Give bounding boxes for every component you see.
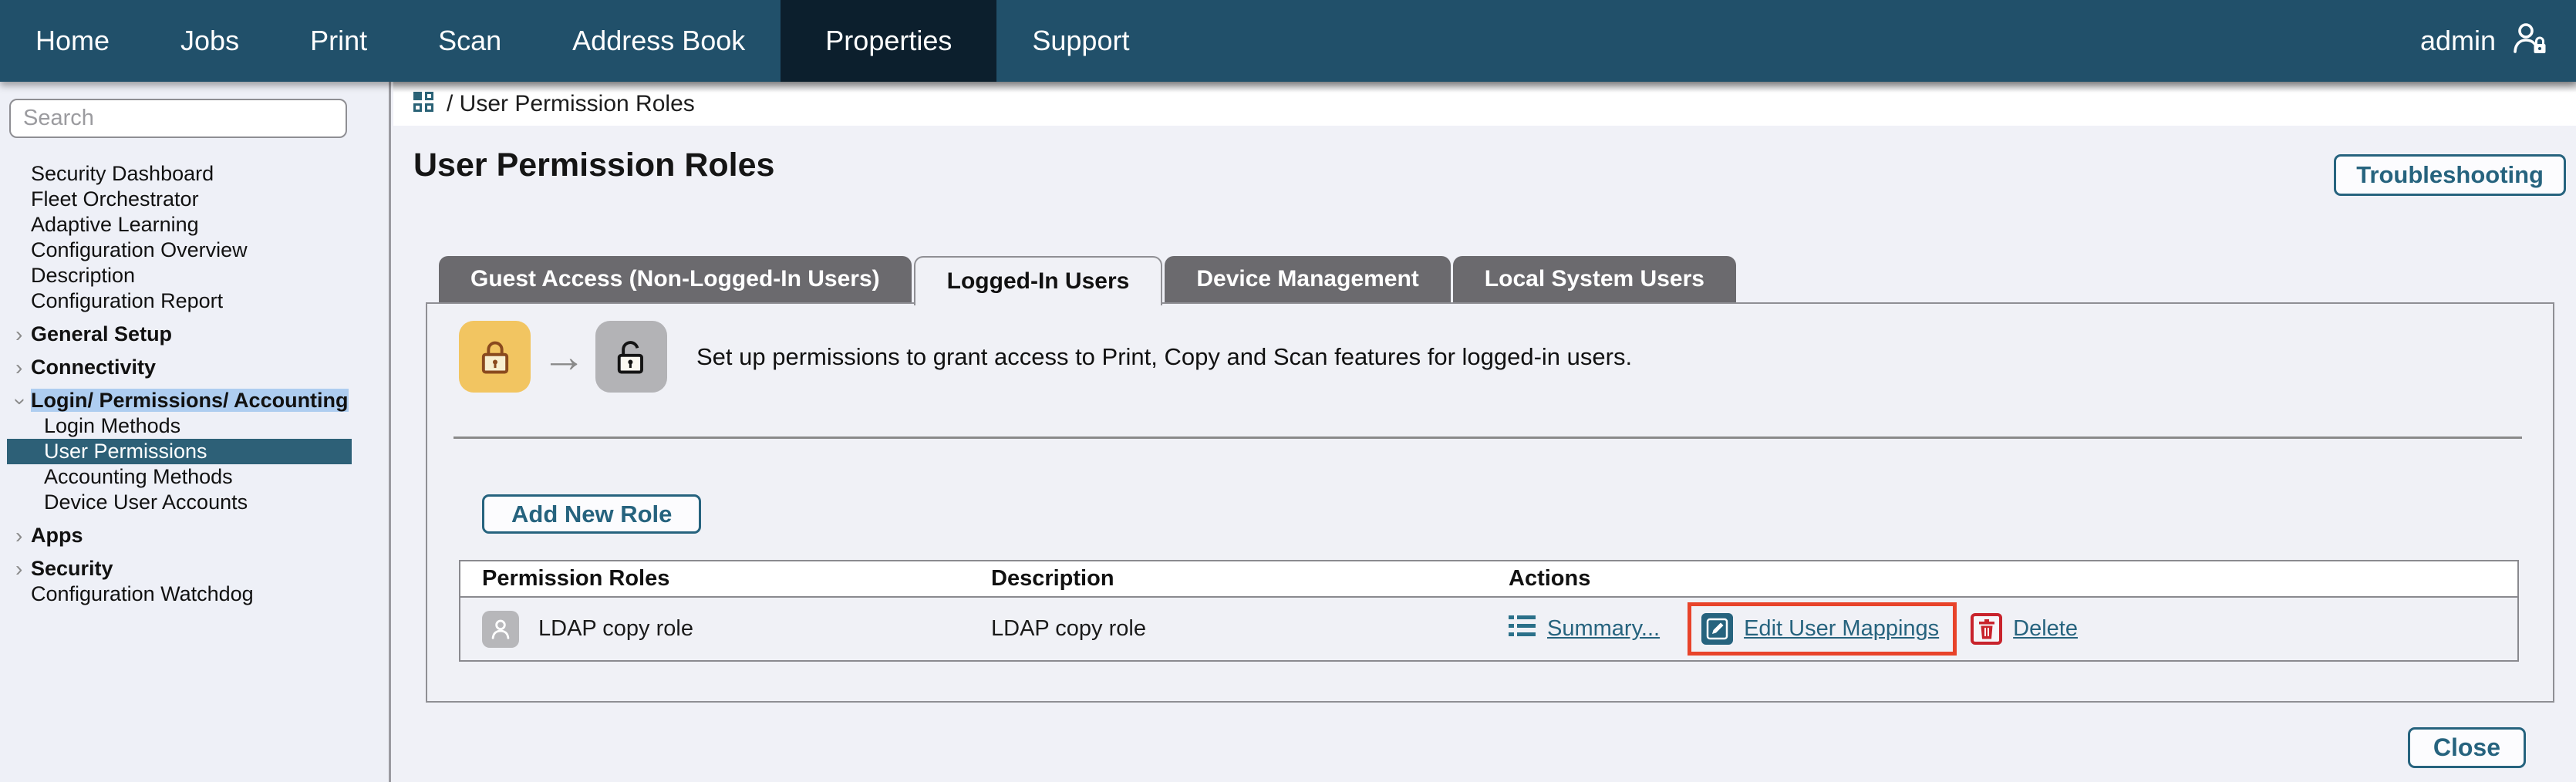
- sidebar-item-configuration-overview[interactable]: Configuration Overview: [0, 238, 389, 263]
- sidebar-item-apps[interactable]: › Apps: [0, 523, 389, 548]
- sidebar-item-label: Connectivity: [31, 356, 156, 379]
- sidebar-item-fleet-orchestrator[interactable]: Fleet Orchestrator: [0, 187, 389, 212]
- sidebar-item-accounting-methods[interactable]: Accounting Methods: [0, 464, 389, 490]
- sidebar-item-description[interactable]: Description: [0, 263, 389, 288]
- top-navigation-bar: Home Jobs Print Scan Address Book Proper…: [0, 0, 2576, 82]
- sidebar-item-login-permissions-accounting[interactable]: › Login/ Permissions/ Accounting: [0, 388, 389, 413]
- role-name: LDAP copy role: [538, 616, 693, 642]
- divider: [453, 437, 2522, 439]
- logged-in-users-panel: → Set up permissions to grant access to …: [426, 302, 2554, 703]
- chevron-right-icon: ›: [15, 355, 22, 380]
- annotation-highlight-box: Edit User Mappings: [1688, 602, 1957, 656]
- sidebar-item-configuration-watchdog[interactable]: Configuration Watchdog: [0, 581, 389, 607]
- locked-padlock-icon: [459, 321, 531, 393]
- sidebar-item-security[interactable]: › Security: [0, 556, 389, 581]
- nav-item-jobs[interactable]: Jobs: [145, 0, 275, 82]
- panel-description: Set up permissions to grant access to Pr…: [696, 343, 1632, 371]
- table-header-row: Permission Roles Description Actions: [460, 561, 2517, 598]
- tab-device-management[interactable]: Device Management: [1165, 256, 1450, 302]
- main-content: / User Permission Roles User Permission …: [393, 82, 2576, 782]
- sidebar-item-label: Login/ Permissions/ Accounting: [31, 389, 349, 412]
- nav-item-properties[interactable]: Properties: [781, 0, 996, 82]
- arrow-right-icon: →: [541, 331, 586, 383]
- sidebar-item-user-permissions[interactable]: User Permissions: [7, 439, 352, 464]
- table-row: LDAP copy role LDAP copy role Summary...: [460, 598, 2517, 660]
- sidebar-item-label: Security: [31, 557, 113, 580]
- permissions-intro: → Set up permissions to grant access to …: [459, 321, 1632, 393]
- sidebar-item-device-user-accounts[interactable]: Device User Accounts: [0, 490, 389, 515]
- logged-in-user[interactable]: admin: [2420, 0, 2576, 82]
- edit-user-mappings-link[interactable]: Edit User Mappings: [1744, 616, 1939, 642]
- chevron-right-icon: ›: [15, 556, 22, 581]
- sidebar-item-label: Apps: [31, 524, 83, 547]
- search-input[interactable]: [9, 99, 347, 138]
- role-user-icon: [482, 611, 519, 648]
- close-button[interactable]: Close: [2408, 727, 2526, 768]
- summary-action[interactable]: Summary...: [1509, 615, 1660, 643]
- chevron-right-icon: ›: [15, 322, 22, 347]
- home-grid-icon[interactable]: [413, 91, 434, 116]
- actions-cell: Summary... Edit User Mappings: [1509, 602, 2517, 656]
- trash-icon: [1971, 613, 2002, 645]
- sidebar-item-security-dashboard[interactable]: Security Dashboard: [0, 161, 389, 187]
- tab-logged-in-users[interactable]: Logged-In Users: [914, 256, 1163, 305]
- tab-guest-access[interactable]: Guest Access (Non-Logged-In Users): [439, 256, 912, 302]
- sidebar-item-label: General Setup: [31, 322, 172, 345]
- sidebar-item-general-setup[interactable]: › General Setup: [0, 322, 389, 347]
- header-permission-roles: Permission Roles: [460, 566, 991, 592]
- page-title: User Permission Roles: [413, 147, 774, 184]
- troubleshooting-button[interactable]: Troubleshooting: [2334, 154, 2566, 196]
- role-name-cell: LDAP copy role: [460, 611, 991, 648]
- add-new-role-button[interactable]: Add New Role: [482, 494, 701, 534]
- username-label: admin: [2420, 25, 2496, 57]
- summary-list-icon: [1509, 615, 1536, 643]
- chevron-down-icon: ›: [8, 398, 33, 405]
- sidebar-item-connectivity[interactable]: › Connectivity: [0, 355, 389, 380]
- nav-item-home[interactable]: Home: [0, 0, 145, 82]
- sidebar-item-adaptive-learning[interactable]: Adaptive Learning: [0, 212, 389, 238]
- edit-pencil-icon: [1701, 613, 1733, 645]
- user-lock-icon: [2511, 21, 2547, 62]
- unlocked-padlock-icon: [595, 321, 667, 393]
- delete-link[interactable]: Delete: [2013, 616, 2078, 642]
- breadcrumb: / User Permission Roles: [393, 82, 2576, 126]
- header-actions: Actions: [1509, 566, 2517, 592]
- delete-action[interactable]: Delete: [1971, 613, 2078, 645]
- tab-bar: Guest Access (Non-Logged-In Users) Logge…: [439, 256, 1738, 305]
- sidebar-menu: Security Dashboard Fleet Orchestrator Ad…: [0, 161, 389, 607]
- nav-item-scan[interactable]: Scan: [403, 0, 537, 82]
- nav-item-print[interactable]: Print: [275, 0, 403, 82]
- nav-item-support[interactable]: Support: [996, 0, 1165, 82]
- summary-link[interactable]: Summary...: [1547, 616, 1660, 642]
- chevron-right-icon: ›: [15, 523, 22, 548]
- permission-roles-table: Permission Roles Description Actions LDA…: [459, 560, 2519, 662]
- breadcrumb-path: / User Permission Roles: [447, 91, 695, 117]
- sidebar-item-login-methods[interactable]: Login Methods: [0, 413, 389, 439]
- sidebar: Security Dashboard Fleet Orchestrator Ad…: [0, 82, 391, 782]
- nav-item-address-book[interactable]: Address Book: [537, 0, 781, 82]
- header-description: Description: [991, 566, 1509, 592]
- role-description-cell: LDAP copy role: [991, 616, 1509, 642]
- sidebar-item-configuration-report[interactable]: Configuration Report: [0, 288, 389, 314]
- tab-local-system-users[interactable]: Local System Users: [1453, 256, 1736, 302]
- nav-spacer: [1165, 0, 2419, 82]
